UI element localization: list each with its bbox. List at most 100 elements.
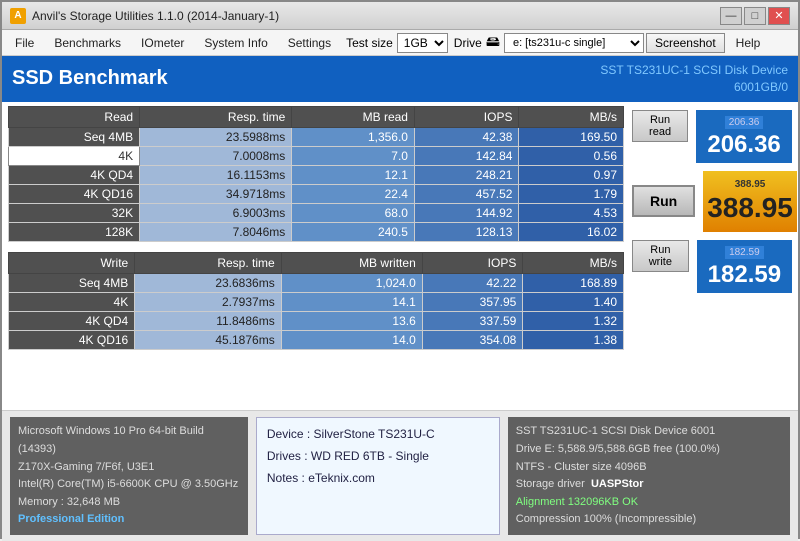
menu-bar: File Benchmarks IOmeter System Info Sett… bbox=[2, 30, 798, 56]
write-mbs-val: 1.38 bbox=[523, 330, 624, 349]
tables-and-scores: Read Resp. time MB read IOPS MB/s Seq 4M… bbox=[2, 102, 798, 411]
drive-select[interactable]: e: [ts231u-c single] bbox=[504, 33, 644, 53]
menu-benchmarks[interactable]: Benchmarks bbox=[45, 33, 130, 53]
read-mbs-val: 16.02 bbox=[519, 222, 624, 241]
write-score-small: 182.59 bbox=[725, 246, 764, 259]
write-row-label: 4K QD16 bbox=[9, 330, 135, 349]
run-main-row: Run 388.95 388.95 bbox=[632, 171, 792, 232]
menu-file[interactable]: File bbox=[6, 33, 43, 53]
menu-settings[interactable]: Settings bbox=[279, 33, 340, 53]
read-table-row: 4K QD16 34.9718ms 22.4 457.52 1.79 bbox=[9, 184, 624, 203]
minimize-button[interactable]: — bbox=[720, 7, 742, 25]
write-mb-val: 14.1 bbox=[281, 292, 422, 311]
mbs-write-col-header: MB/s bbox=[523, 252, 624, 273]
drive-icon: 🖴 bbox=[486, 31, 500, 55]
sys-line2: Z170X-Gaming 7/F6f, U3E1 bbox=[18, 459, 240, 477]
read-table: Read Resp. time MB read IOPS MB/s Seq 4M… bbox=[8, 106, 624, 242]
sys-line1: Microsoft Windows 10 Pro 64-bit Build (1… bbox=[18, 423, 240, 458]
write-mbs-val: 1.40 bbox=[523, 292, 624, 311]
close-button[interactable]: ✕ bbox=[768, 7, 790, 25]
resptime-col-header: Resp. time bbox=[140, 106, 292, 127]
read-row-label: Seq 4MB bbox=[9, 127, 140, 146]
run-button[interactable]: Run bbox=[632, 185, 695, 217]
write-resp-time: 2.7937ms bbox=[135, 292, 281, 311]
device-line: Device : SilverStone TS231U-C bbox=[267, 424, 489, 446]
read-table-row: Seq 4MB 23.5988ms 1,356.0 42.38 169.50 bbox=[9, 127, 624, 146]
read-row-label: 4K QD16 bbox=[9, 184, 140, 203]
write-score-number: 182.59 bbox=[701, 261, 788, 289]
mbwritten-col-header: MB written bbox=[281, 252, 422, 273]
device-line1: SST TS231UC-1 SCSI Disk Device bbox=[600, 62, 788, 79]
device-line2: 6001GB/0 bbox=[600, 79, 788, 96]
storage-line5: Alignment 132096KB OK bbox=[516, 494, 782, 512]
read-mb-val: 1,356.0 bbox=[292, 127, 415, 146]
write-mbs-val: 168.89 bbox=[523, 273, 624, 292]
menu-systeminfo[interactable]: System Info bbox=[195, 33, 276, 53]
read-iops-val: 142.84 bbox=[414, 146, 519, 165]
run-score-small: 388.95 bbox=[707, 179, 793, 190]
scores-panel: Run read 206.36 206.36 Run 388.95 388.95… bbox=[632, 106, 792, 407]
read-mb-val: 68.0 bbox=[292, 203, 415, 222]
run-score-box: 388.95 388.95 bbox=[703, 171, 797, 232]
window-title: Anvil's Storage Utilities 1.1.0 (2014-Ja… bbox=[32, 9, 720, 23]
read-mb-val: 12.1 bbox=[292, 165, 415, 184]
main-content: SSD Benchmark SST TS231UC-1 SCSI Disk De… bbox=[2, 56, 798, 541]
write-iops-val: 357.95 bbox=[422, 292, 523, 311]
iops-read-col-header: IOPS bbox=[414, 106, 519, 127]
run-write-button[interactable]: Run write bbox=[632, 240, 689, 272]
storage-line3: NTFS - Cluster size 4096B bbox=[516, 459, 782, 477]
read-score-box: 206.36 206.36 bbox=[696, 110, 792, 163]
read-mb-val: 7.0 bbox=[292, 146, 415, 165]
sys-line4: Memory : 32,648 MB bbox=[18, 494, 240, 512]
write-mbs-val: 1.32 bbox=[523, 311, 624, 330]
storage-line1: SST TS231UC-1 SCSI Disk Device 6001 bbox=[516, 423, 782, 441]
write-row-label: 4K QD4 bbox=[9, 311, 135, 330]
benchmark-title: SSD Benchmark bbox=[12, 67, 168, 90]
title-bar: A Anvil's Storage Utilities 1.1.0 (2014-… bbox=[2, 2, 798, 30]
write-iops-val: 337.59 bbox=[422, 311, 523, 330]
test-size-select[interactable]: 1GB 4GB bbox=[397, 33, 448, 53]
write-iops-val: 42.22 bbox=[422, 273, 523, 292]
pro-edition-label: Professional Edition bbox=[18, 511, 240, 529]
drive-label: Drive bbox=[454, 36, 482, 50]
run-read-button[interactable]: Run read bbox=[632, 110, 688, 142]
read-iops-val: 42.38 bbox=[414, 127, 519, 146]
mbs-read-col-header: MB/s bbox=[519, 106, 624, 127]
write-row-label: 4K bbox=[9, 292, 135, 311]
read-resp-time: 7.0008ms bbox=[140, 146, 292, 165]
read-mbs-val: 169.50 bbox=[519, 127, 624, 146]
maximize-button[interactable]: □ bbox=[744, 7, 766, 25]
write-table-row: 4K QD16 45.1876ms 14.0 354.08 1.38 bbox=[9, 330, 624, 349]
read-resp-time: 23.5988ms bbox=[140, 127, 292, 146]
device-notes-panel: Device : SilverStone TS231U-C Drives : W… bbox=[256, 417, 500, 535]
write-resp-time: 45.1876ms bbox=[135, 330, 281, 349]
storage-info-panel: SST TS231UC-1 SCSI Disk Device 6001 Driv… bbox=[508, 417, 790, 535]
read-resp-time: 6.9003ms bbox=[140, 203, 292, 222]
read-iops-val: 144.92 bbox=[414, 203, 519, 222]
run-read-row: Run read 206.36 206.36 bbox=[632, 110, 792, 163]
read-row-label: 4K QD4 bbox=[9, 165, 140, 184]
menu-iometer[interactable]: IOmeter bbox=[132, 33, 193, 53]
read-row-label: 4K bbox=[9, 146, 140, 165]
resptime-write-col-header: Resp. time bbox=[135, 252, 281, 273]
read-resp-time: 34.9718ms bbox=[140, 184, 292, 203]
storage-line6: Compression 100% (Incompressible) bbox=[516, 511, 782, 529]
screenshot-button[interactable]: Screenshot bbox=[646, 33, 725, 53]
read-resp-time: 7.8046ms bbox=[140, 222, 292, 241]
bottom-info: Microsoft Windows 10 Pro 64-bit Build (1… bbox=[2, 410, 798, 541]
tables-section: Read Resp. time MB read IOPS MB/s Seq 4M… bbox=[8, 106, 624, 407]
read-mbs-val: 0.56 bbox=[519, 146, 624, 165]
sys-line3: Intel(R) Core(TM) i5-6600K CPU @ 3.50GHz bbox=[18, 476, 240, 494]
write-resp-time: 23.6836ms bbox=[135, 273, 281, 292]
read-resp-time: 16.1153ms bbox=[140, 165, 292, 184]
run-write-row: Run write 182.59 182.59 bbox=[632, 240, 792, 293]
write-mb-val: 1,024.0 bbox=[281, 273, 422, 292]
help-button[interactable]: Help bbox=[727, 33, 770, 53]
test-size-label: Test size bbox=[346, 36, 393, 50]
read-table-row: 4K QD4 16.1153ms 12.1 248.21 0.97 bbox=[9, 165, 624, 184]
read-score-number: 206.36 bbox=[700, 131, 788, 159]
window-controls: — □ ✕ bbox=[720, 7, 790, 25]
storage-line2: Drive E: 5,588.9/5,588.6GB free (100.0%) bbox=[516, 441, 782, 459]
storage-line4: Storage driver Storage driver UASPStorUA… bbox=[516, 476, 782, 494]
write-mb-val: 13.6 bbox=[281, 311, 422, 330]
